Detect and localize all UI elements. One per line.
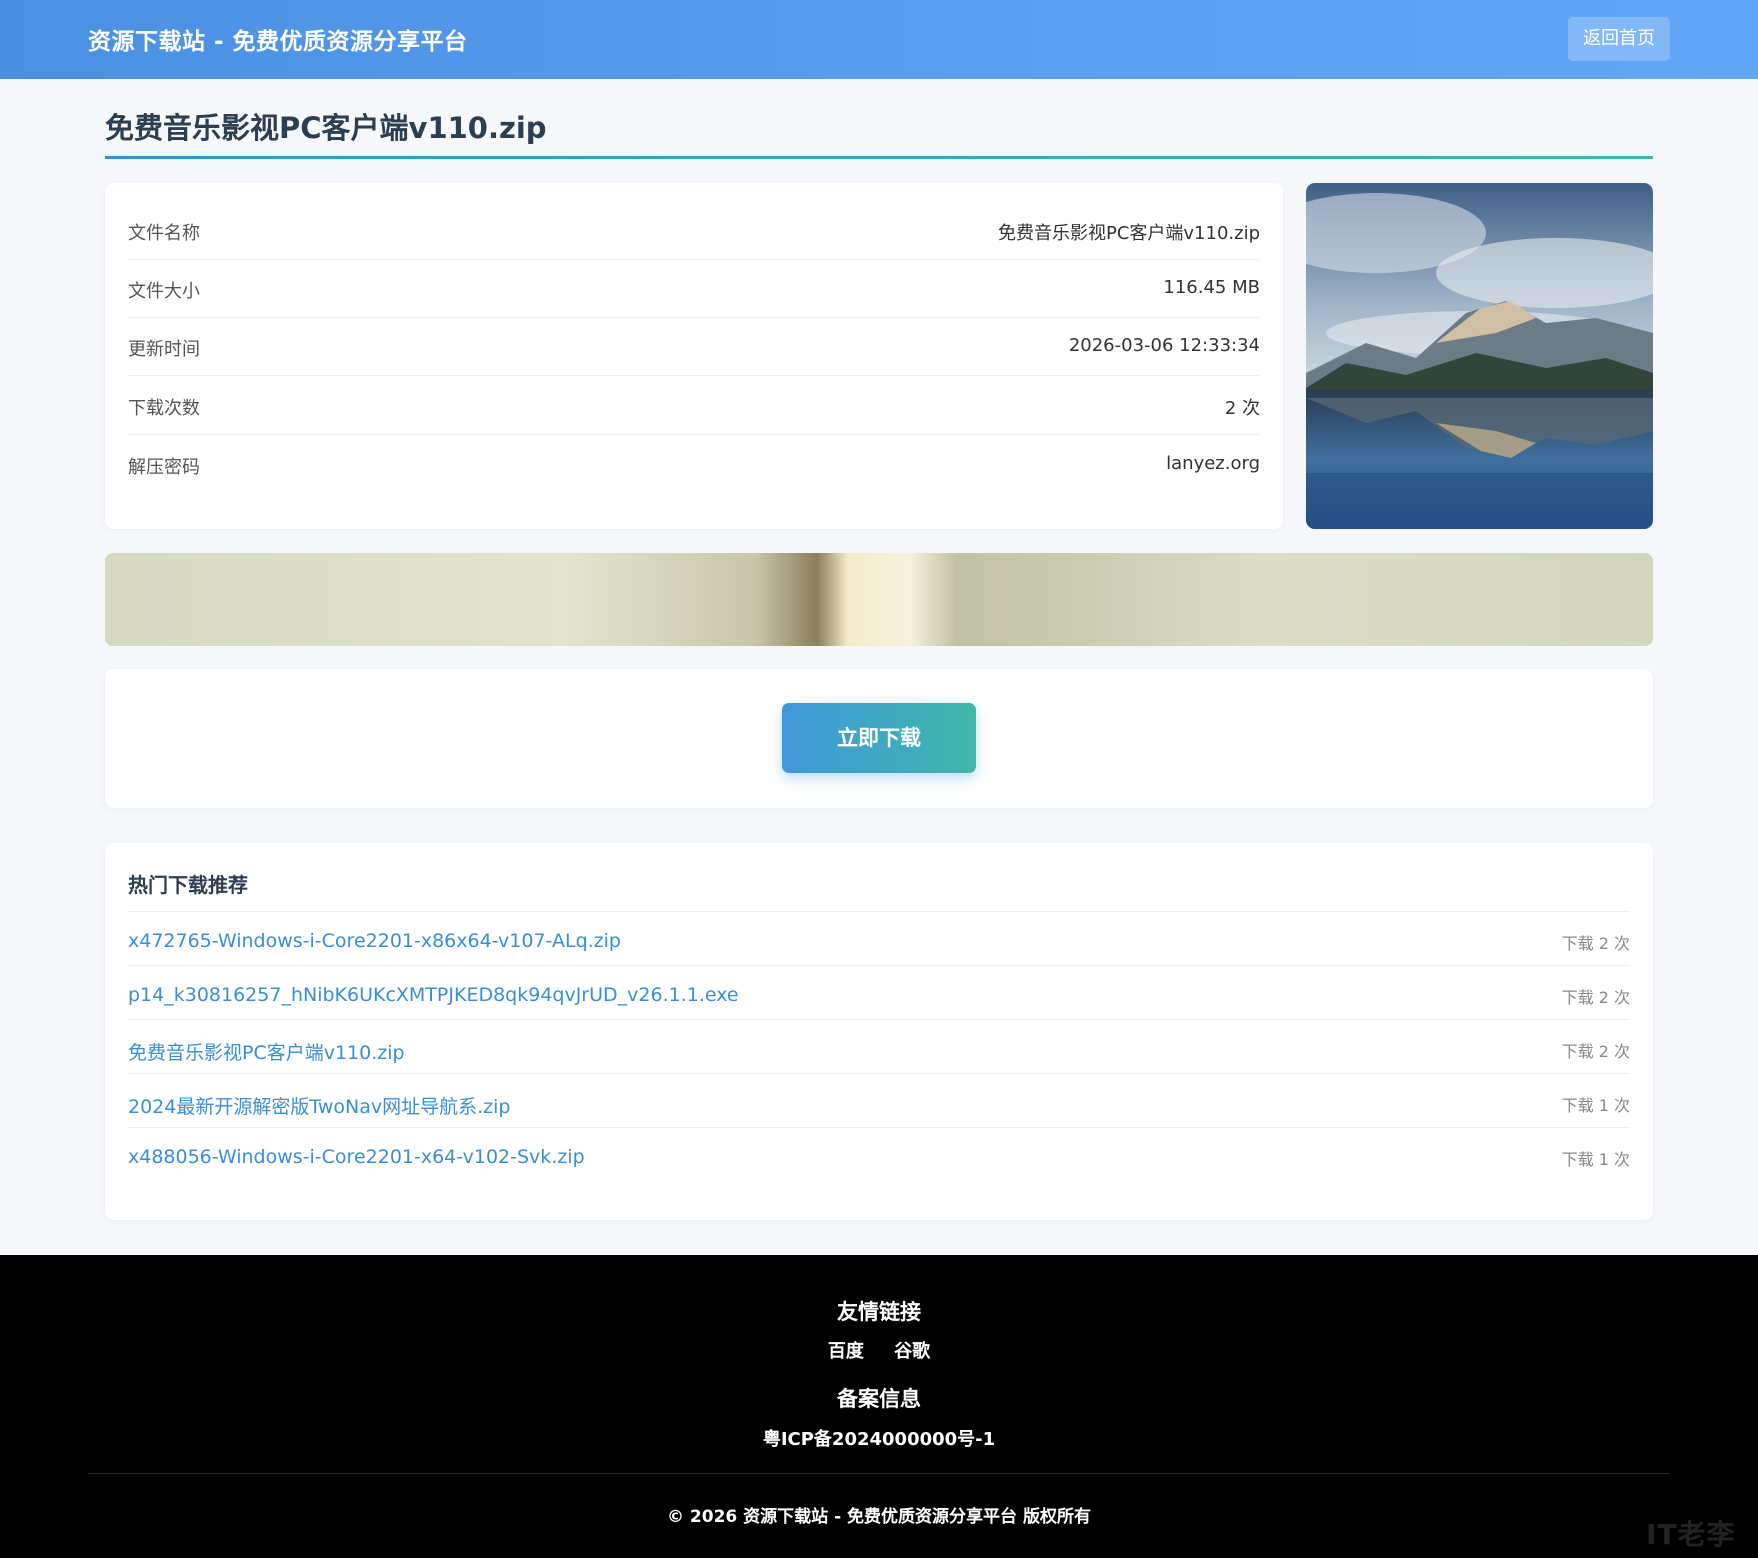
hot-download-link[interactable]: p14_k30816257_hNibK6UKcXMTPJKED8qk94qvJr… [128,984,739,1006]
home-button[interactable]: 返回首页 [1568,17,1670,61]
copyright: © 2026 资源下载站 - 免费优质资源分享平台 版权所有 [667,1507,1091,1527]
info-value: 2 次 [1224,398,1260,419]
info-label: 文件名称 [128,223,200,244]
info-label: 解压密码 [128,457,200,478]
page-title: 免费音乐影视PC客户端v110.zip [105,111,547,145]
download-now-button[interactable]: 立即下载 [782,703,976,773]
info-label: 下载次数 [128,398,200,419]
site-title[interactable]: 资源下载站 - 免费优质资源分享平台 [88,22,468,56]
download-count: 下载 2 次 [1561,1042,1630,1061]
icp-title: 备案信息 [837,1387,921,1411]
info-value: 免费音乐影视PC客户端v110.zip [997,223,1260,244]
friend-links-title: 友情链接 [837,1300,921,1324]
info-value: 2026-03-06 12:33:34 [1068,335,1260,356]
hot-download-link[interactable]: x488056-Windows-i-Core2201-x64-v102-Svk.… [128,1146,585,1168]
list-item: p14_k30816257_hNibK6UKcXMTPJKED8qk94qvJr… [128,966,1630,1020]
friend-link-google[interactable]: 谷歌 [894,1341,930,1362]
site-footer: 友情链接 百度 谷歌 备案信息 粤ICP备2024000000号-1 © 202… [0,1255,1758,1558]
hot-downloads-title: 热门下载推荐 [128,873,248,897]
info-value: 116.45 MB [1163,277,1260,298]
download-count: 下载 1 次 [1561,1150,1630,1169]
download-count: 下载 2 次 [1561,934,1630,953]
file-info-card: 文件名称 免费音乐影视PC客户端v110.zip 文件大小 116.45 MB … [105,183,1283,529]
hot-download-link[interactable]: x472765-Windows-i-Core2201-x86x64-v107-A… [128,930,621,952]
list-item: x488056-Windows-i-Core2201-x64-v102-Svk.… [128,1128,1630,1182]
site-header: 资源下载站 - 免费优质资源分享平台 返回首页 [0,0,1758,79]
info-row-downloads: 下载次数 2 次 [128,377,1260,435]
hot-download-link[interactable]: 免费音乐影视PC客户端v110.zip [128,1038,405,1065]
file-thumbnail-image [1306,183,1653,529]
download-count: 下载 2 次 [1561,988,1630,1007]
info-row-updated: 更新时间 2026-03-06 12:33:34 [128,318,1260,376]
info-row-filename: 文件名称 免费音乐影视PC客户端v110.zip [128,202,1260,260]
download-card: 立即下载 [105,669,1653,808]
list-item: 2024最新开源解密版TwoNav网址导航系.zip 下载 1 次 [128,1074,1630,1128]
icp-number[interactable]: 粤ICP备2024000000号-1 [0,1425,1758,1451]
info-row-password: 解压密码 lanyez.org [128,436,1260,494]
watermark: IT老李 [1646,1518,1736,1551]
list-item: x472765-Windows-i-Core2201-x86x64-v107-A… [128,912,1630,966]
info-label: 更新时间 [128,339,200,360]
info-row-filesize: 文件大小 116.45 MB [128,260,1260,318]
title-divider [105,156,1653,159]
info-label: 文件大小 [128,281,200,302]
friend-link-baidu[interactable]: 百度 [828,1341,864,1362]
friend-links: 百度 谷歌 [0,1337,1758,1363]
download-count: 下载 1 次 [1561,1096,1630,1115]
list-item: 免费音乐影视PC客户端v110.zip 下载 2 次 [128,1020,1630,1074]
hot-download-link[interactable]: 2024最新开源解密版TwoNav网址导航系.zip [128,1092,510,1119]
info-value: lanyez.org [1166,453,1260,474]
promo-banner-image [105,553,1653,646]
hot-downloads-card: 热门下载推荐 x472765-Windows-i-Core2201-x86x64… [105,843,1653,1220]
footer-divider [88,1473,1670,1474]
